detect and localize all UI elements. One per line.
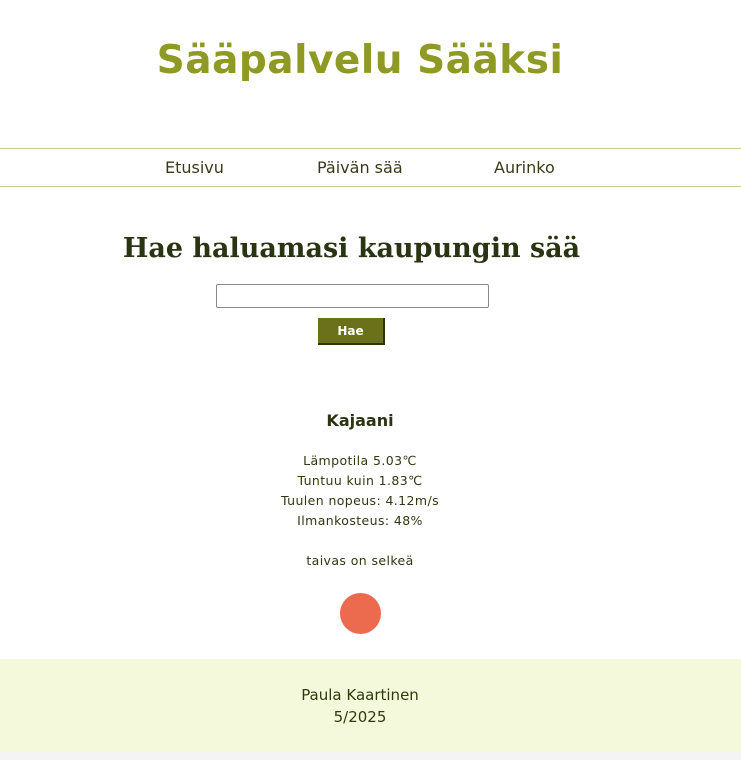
search-button[interactable]: Hae	[318, 318, 385, 345]
weather-result: Kajaani Lämpotila 5.03℃ Tuntuu kuin 1.83…	[0, 410, 720, 571]
sun-icon	[340, 593, 381, 634]
weather-description: taivas on selkeä	[306, 553, 414, 568]
temperature-text: Lämpotila 5.03℃	[303, 453, 417, 468]
nav-item-paivan-saa[interactable]: Päivän sää	[317, 158, 403, 177]
nav-item-aurinko[interactable]: Aurinko	[494, 158, 555, 177]
site-title: Sääpalvelu Sääksi	[156, 38, 564, 83]
feels-like-text: Tuntuu kuin 1.83℃	[297, 473, 423, 488]
search-heading: Hae haluamasi kaupungin sää	[122, 233, 581, 264]
main-nav: Etusivu Päivän sää Aurinko	[0, 148, 741, 187]
humidity-text: Ilmankosteus: 48%	[297, 513, 423, 528]
footer: Paula Kaartinen 5/2025	[0, 659, 741, 752]
footer-date: 5/2025	[333, 708, 387, 726]
city-search-input[interactable]	[216, 284, 489, 308]
nav-item-etusivu[interactable]: Etusivu	[165, 158, 224, 177]
page-bottom-strip	[0, 752, 741, 760]
footer-author: Paula Kaartinen	[301, 686, 419, 704]
wind-speed-text: Tuulen nopeus: 4.12m/s	[281, 493, 439, 508]
city-name: Kajaani	[326, 411, 394, 430]
